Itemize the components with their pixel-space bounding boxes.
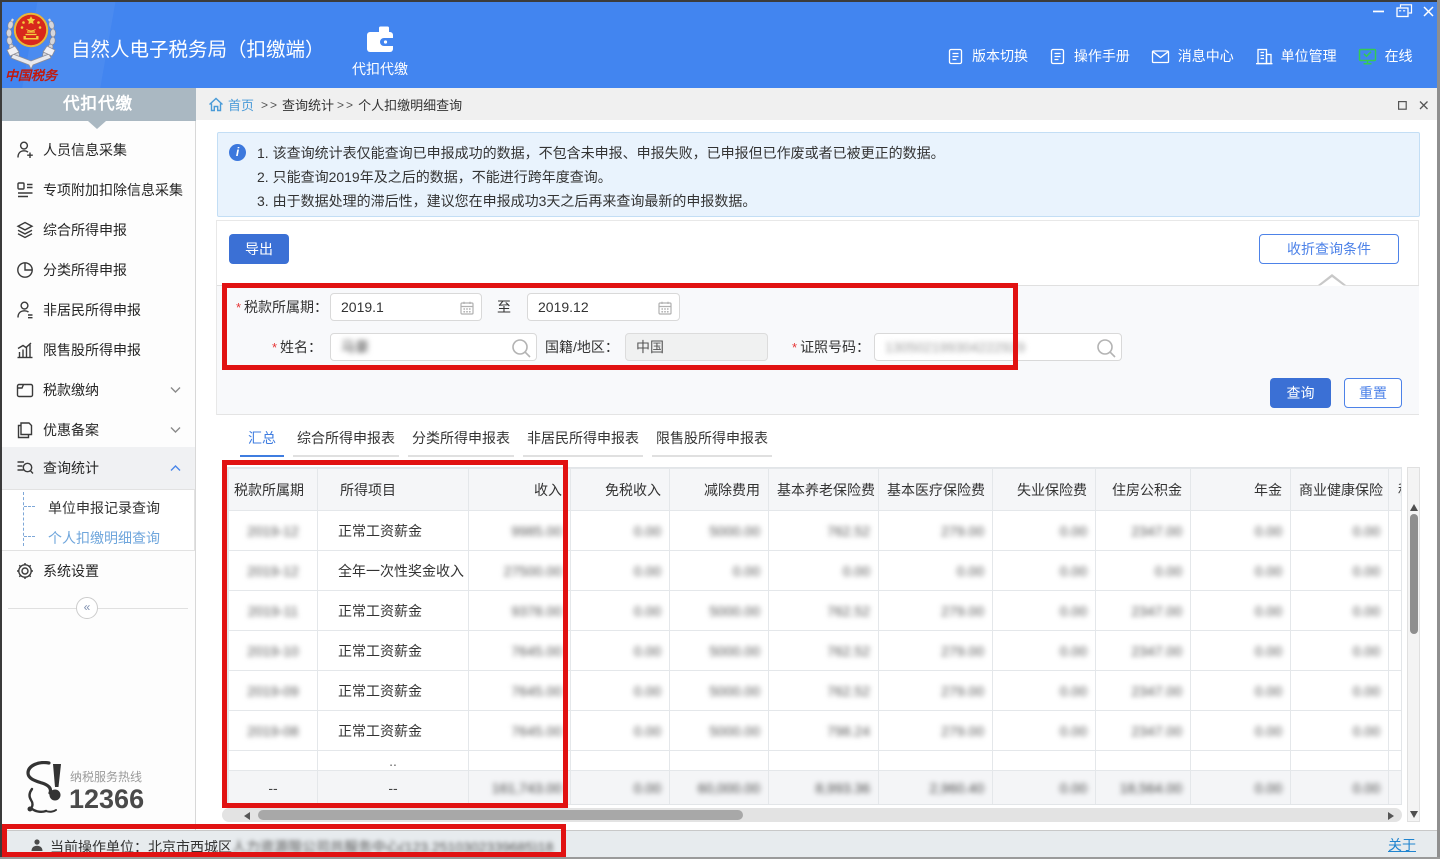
svg-text:中国税务: 中国税务	[5, 68, 59, 83]
